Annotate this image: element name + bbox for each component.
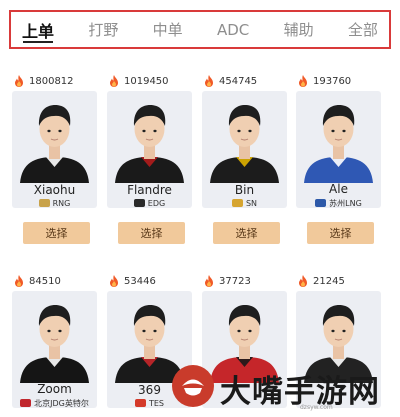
heat-stat: 1019450	[107, 74, 192, 88]
heat-stat: 53446	[107, 274, 192, 288]
player-name: Xiaohu	[33, 182, 76, 197]
player-panel: Zoom 北京JDG英特尔	[12, 291, 97, 408]
player-caption: Zoom 北京JDG英特尔	[12, 381, 97, 409]
player-photo	[20, 305, 89, 383]
heat-value: 454745	[219, 75, 258, 87]
select-button[interactable]: 选择	[213, 222, 280, 244]
player-caption: Xiaohu RNG	[12, 183, 97, 208]
fire-icon	[299, 75, 307, 87]
fire-icon	[205, 75, 213, 87]
heat-value: 21245	[313, 275, 345, 287]
heat-value: 1800812	[29, 75, 74, 87]
heat-stat: 1800812	[12, 74, 97, 88]
select-button[interactable]: 选择	[118, 222, 185, 244]
tab-mid[interactable]: 中单	[153, 19, 183, 40]
team-logo-icon	[133, 199, 145, 207]
player-panel: Xiaohu RNG	[12, 91, 97, 208]
player-name: Flandre	[127, 182, 172, 197]
watermark-url: dzsyw.com	[300, 404, 333, 411]
player-card[interactable]: 193760 Ale 苏州LNG 选择	[296, 74, 381, 244]
team-label: SN	[231, 198, 258, 208]
active-tab-indicator	[23, 41, 53, 43]
player-photo	[210, 105, 279, 183]
fire-icon	[110, 75, 118, 87]
heat-value: 37723	[219, 275, 251, 287]
player-name: Bin	[234, 182, 255, 197]
tab-top[interactable]: 上单	[22, 18, 54, 42]
team-logo-icon	[315, 199, 327, 207]
player-panel: Flandre EDG	[107, 91, 192, 208]
fire-icon	[15, 75, 23, 87]
player-card[interactable]: 1800812 Xiaohu RNG 选择	[12, 74, 97, 244]
player-photo	[115, 105, 184, 183]
heat-stat: 37723	[202, 274, 287, 288]
team-logo-icon	[231, 199, 243, 207]
fire-icon	[205, 275, 213, 287]
player-panel: Ale 苏州LNG	[296, 91, 381, 208]
player-photo	[304, 105, 373, 183]
player-card[interactable]: 454745 Bin SN 选择	[202, 74, 287, 244]
team-name: TES	[148, 398, 165, 408]
select-button[interactable]: 选择	[23, 222, 90, 244]
team-name: RNG	[52, 198, 71, 208]
team-name: 苏州LNG	[329, 198, 362, 208]
heat-value: 193760	[313, 75, 352, 87]
team-logo-icon	[20, 399, 32, 407]
fire-icon	[299, 275, 307, 287]
player-name: 369	[138, 382, 161, 397]
heat-value: 53446	[124, 275, 156, 287]
team-name: 北京JDG英特尔	[34, 398, 89, 408]
team-label: 北京JDG英特尔	[20, 398, 89, 409]
team-label: 苏州LNG	[315, 198, 362, 209]
tab-all[interactable]: 全部	[348, 19, 378, 40]
player-name: Zoom	[37, 381, 72, 396]
player-card[interactable]: 84510 Zoom 北京JDG英特尔	[12, 274, 97, 408]
team-label: TES	[134, 398, 165, 408]
team-name: EDG	[147, 198, 166, 208]
player-photo	[20, 105, 89, 183]
position-tab-bar: 上单 打野 中单 ADC 辅助 全部	[9, 10, 391, 49]
player-panel: Bin SN	[202, 91, 287, 208]
heat-value: 84510	[29, 275, 61, 287]
heat-stat: 193760	[296, 74, 381, 88]
team-label: RNG	[38, 198, 71, 208]
fire-icon	[110, 275, 118, 287]
player-caption: Flandre EDG	[107, 183, 192, 208]
tab-jungle[interactable]: 打野	[88, 19, 118, 40]
tab-support[interactable]: 辅助	[284, 19, 314, 40]
fire-icon	[15, 275, 23, 287]
team-logo-icon	[134, 399, 146, 407]
heat-value: 1019450	[124, 75, 169, 87]
heat-stat: 84510	[12, 274, 97, 288]
team-logo-icon	[38, 199, 50, 207]
select-button[interactable]: 选择	[307, 222, 374, 244]
heat-stat: 21245	[296, 274, 381, 288]
heat-stat: 454745	[202, 74, 287, 88]
player-card[interactable]: 1019450 Flandre EDG 选择	[107, 74, 192, 244]
player-name: Ale	[329, 181, 348, 196]
watermark-logo-icon	[172, 365, 214, 407]
team-label: EDG	[133, 198, 166, 208]
tab-adc[interactable]: ADC	[217, 21, 249, 39]
player-caption: Bin SN	[202, 183, 287, 208]
player-caption: Ale 苏州LNG	[296, 181, 381, 209]
team-name: SN	[245, 198, 258, 208]
